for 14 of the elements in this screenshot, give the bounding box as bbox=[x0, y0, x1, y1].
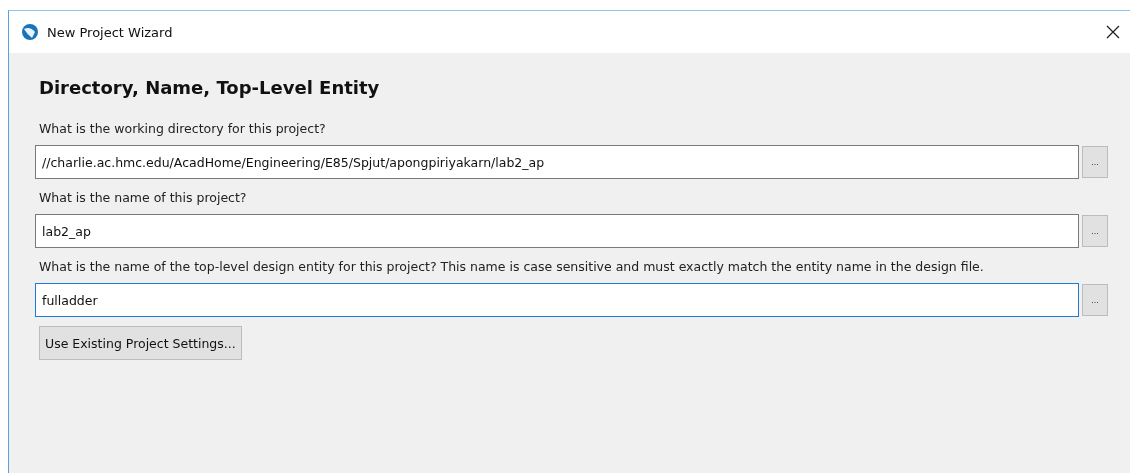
input-field[interactable]: lab2_ap bbox=[35, 214, 1079, 248]
browse-button[interactable]: ... bbox=[1082, 215, 1108, 247]
browse-button[interactable]: ... bbox=[1082, 284, 1108, 316]
close-icon[interactable] bbox=[1106, 25, 1120, 39]
field-label: What is the name of the top-level design entity for this project? This name is case sensitive and must exactly match the entity name in the design file. bbox=[39, 258, 985, 276]
field-label: What is the name of this project? bbox=[39, 189, 248, 207]
page-heading: Directory, Name, Top-Level Entity bbox=[39, 77, 381, 98]
field-label: What is the working directory for this project? bbox=[39, 120, 327, 138]
input-field[interactable]: fulladder bbox=[35, 283, 1079, 317]
browse-button[interactable]: ... bbox=[1082, 146, 1108, 178]
use-existing-settings-button[interactable]: Use Existing Project Settings... bbox=[39, 326, 242, 360]
input-field[interactable]: //charlie.ac.hmc.edu/AcadHome/Engineering/E85/Spjut/apongpiriyakarn/lab2_ap bbox=[35, 145, 1079, 179]
window-title: New Project Wizard bbox=[47, 24, 174, 40]
globe-icon bbox=[21, 23, 39, 41]
